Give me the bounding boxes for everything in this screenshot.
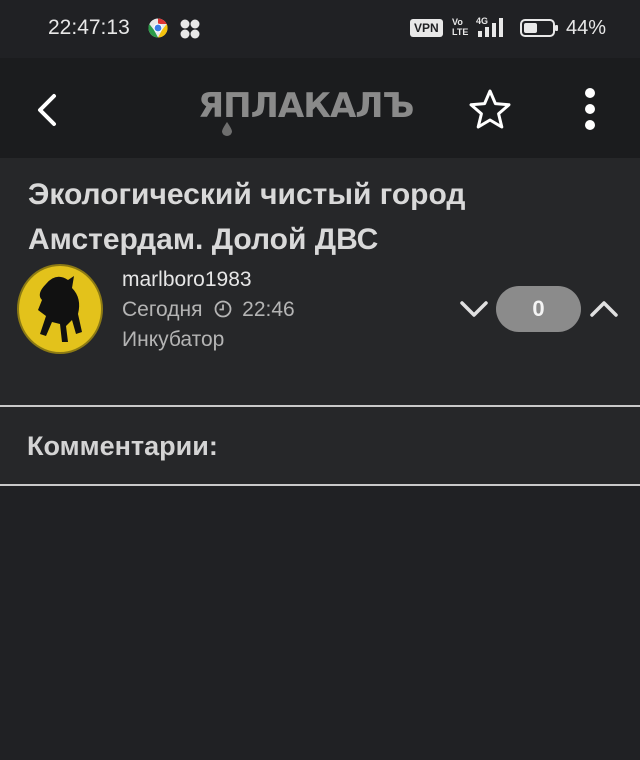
chrome-icon (148, 18, 168, 38)
comments-list (0, 486, 640, 760)
vote-up-icon[interactable] (586, 294, 622, 324)
signal-icon: 4G (476, 16, 503, 37)
app-notification-icon (180, 19, 200, 39)
post-header: Экологический чистый город Амстердам. До… (0, 158, 640, 406)
clock-icon (214, 300, 232, 318)
battery-percent: 44% (566, 17, 607, 39)
volte-top-label: Vo (452, 17, 463, 27)
network-type-label: 4G (476, 16, 488, 26)
more-vert-icon[interactable] (572, 84, 608, 134)
app-bar: ЯПЛАКАЛЪ (0, 58, 640, 158)
post-title: Экологический чистый город Амстердам. До… (28, 178, 466, 256)
post-time: 22:46 (242, 298, 295, 321)
star-icon[interactable] (466, 86, 514, 134)
logo-drop-icon (222, 122, 232, 136)
vpn-badge: VPN (410, 19, 443, 37)
status-bar: 22:47:13 VPN Vo LTE 4G 44% (0, 0, 640, 58)
volte-icon: Vo LTE (452, 17, 468, 39)
site-logo[interactable]: ЯПЛАКАЛЪ (198, 80, 448, 140)
comments-header: Комментарии: (0, 407, 640, 484)
author-rank: Инкубатор (122, 328, 225, 351)
vote-count: 0 (496, 286, 581, 332)
post-date: Сегодня (122, 298, 203, 321)
status-time: 22:47:13 (48, 16, 130, 39)
volte-bottom-label: LTE (452, 27, 469, 37)
battery-icon (520, 19, 558, 37)
back-icon[interactable] (26, 88, 70, 132)
post-author[interactable]: marlboro1983 (122, 268, 252, 292)
avatar[interactable] (16, 264, 104, 354)
logo-text: ЯПЛАКАЛЪ (198, 86, 414, 126)
post-date-row: Сегодня 22:46 (122, 298, 295, 322)
comments-label: Комментарии: (27, 431, 218, 461)
vote-down-icon[interactable] (456, 294, 492, 324)
